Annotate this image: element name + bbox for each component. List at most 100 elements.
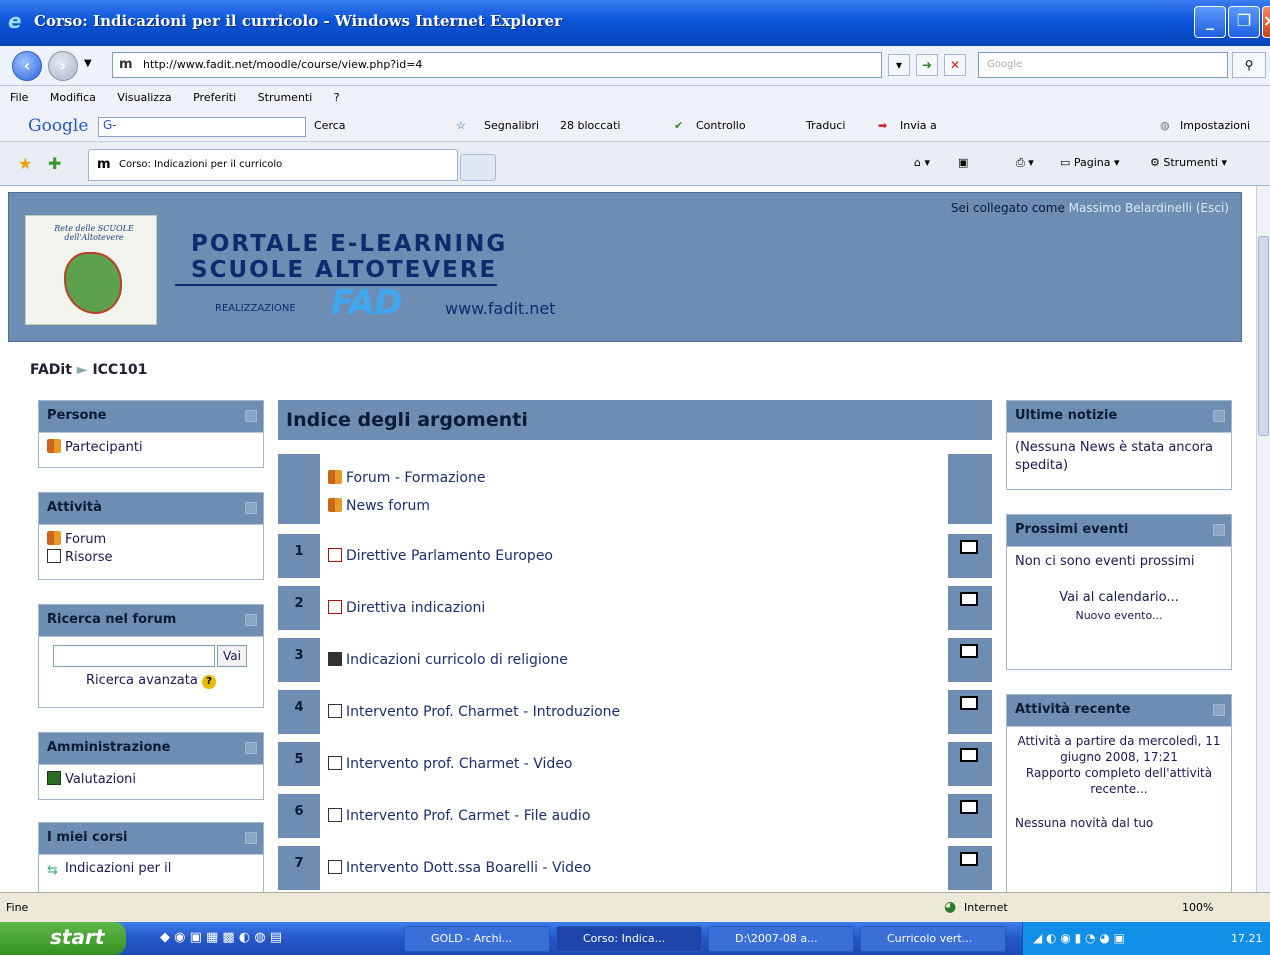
- add-favorites-icon[interactable]: ✚: [48, 154, 61, 173]
- go-icon[interactable]: ➜: [916, 54, 938, 76]
- invia-button[interactable]: Invia a: [900, 119, 937, 132]
- bookmark-star-icon[interactable]: ☆: [456, 119, 466, 132]
- system-tray: ◢ ◐ ◉ ▮ ◔ ◕ ▣ 17.21: [1022, 922, 1270, 955]
- user-link[interactable]: Massimo Belardinelli: [1069, 201, 1192, 215]
- google-search-input[interactable]: G-: [98, 117, 306, 137]
- sidebar-item-risorse[interactable]: Risorse: [47, 549, 255, 567]
- menu-file[interactable]: File: [0, 86, 36, 104]
- activity-link[interactable]: Indicazioni curricolo di religione: [320, 638, 948, 682]
- activity-link[interactable]: News forum: [328, 492, 948, 520]
- moodle-favicon: m: [97, 157, 111, 172]
- search-input[interactable]: Google: [978, 52, 1228, 78]
- tab-current[interactable]: m Corso: Indicazioni per il curricolo: [88, 149, 458, 181]
- calendar-link[interactable]: Vai al calendario...: [1015, 589, 1223, 607]
- taskbar-item-gold[interactable]: GOLD - Archi...: [404, 926, 550, 952]
- block-header: Prossimi eventi: [1007, 515, 1231, 547]
- help-icon[interactable]: ?: [201, 675, 216, 689]
- menu-visualizza[interactable]: Visualizza: [107, 86, 179, 104]
- menu-help[interactable]: ?: [324, 86, 348, 104]
- stop-icon[interactable]: ✕: [944, 54, 966, 76]
- activity-link[interactable]: Intervento prof. Charmet - Video: [320, 742, 948, 786]
- forum-search-button[interactable]: Vai: [217, 645, 247, 667]
- forward-button[interactable]: ›: [48, 51, 78, 81]
- show-only-this-section-icon[interactable]: [960, 800, 978, 814]
- quick-launch-icons[interactable]: ◆ ◉ ▣ ▦ ▩ ◐ ◍ ▤: [160, 930, 282, 945]
- back-button[interactable]: ‹: [12, 51, 42, 81]
- address-bar-row: ‹ › ▼ m http://www.fadit.net/moodle/cour…: [0, 46, 1270, 86]
- print-icon[interactable]: ⎙ ▾: [1016, 156, 1034, 170]
- section-side: [948, 690, 992, 734]
- impostazioni-button[interactable]: Impostazioni: [1180, 119, 1250, 132]
- spellcheck-icon[interactable]: ✔: [674, 119, 683, 132]
- show-only-this-section-icon[interactable]: [960, 644, 978, 658]
- favorites-star-icon[interactable]: ★: [18, 154, 32, 173]
- activity-link[interactable]: Direttiva indicazioni: [320, 586, 948, 630]
- collapse-icon[interactable]: [1213, 410, 1225, 422]
- logout-link[interactable]: (Esci): [1196, 201, 1229, 215]
- menu-modifica[interactable]: Modifica: [40, 86, 104, 104]
- forum-search-input[interactable]: [53, 645, 215, 667]
- status-bar: Fine ◕ Internet 100%: [0, 892, 1270, 922]
- moodle-favicon: m: [119, 57, 133, 72]
- activity-link[interactable]: Intervento Prof. Carmet - File audio: [320, 794, 948, 838]
- menu-strumenti[interactable]: Strumenti: [248, 86, 321, 104]
- section-0: Forum - Formazione News forum: [278, 454, 992, 524]
- google-cerca-button[interactable]: Cerca: [314, 119, 346, 132]
- search-icon[interactable]: ⚲: [1232, 52, 1266, 78]
- sidebar-item-forum[interactable]: Forum: [47, 531, 255, 549]
- zoom-level[interactable]: 100%: [1182, 901, 1213, 914]
- menu-preferiti[interactable]: Preferiti: [183, 86, 244, 104]
- new-tab-button[interactable]: [460, 154, 496, 181]
- activity-link[interactable]: Forum - Formazione: [328, 464, 948, 492]
- section-4: 4 Intervento Prof. Charmet - Introduzione: [278, 690, 992, 734]
- tray-icons[interactable]: ◢ ◐ ◉ ▮ ◔ ◕ ▣: [1033, 931, 1125, 945]
- activity-link[interactable]: Intervento Dott.ssa Boarelli - Video: [320, 846, 948, 890]
- sidebar-item-partecipanti[interactable]: Partecipanti: [47, 439, 255, 455]
- collapse-icon[interactable]: [245, 742, 257, 754]
- new-event-link[interactable]: Nuovo evento...: [1015, 607, 1223, 625]
- traduci-button[interactable]: Traduci: [806, 119, 845, 132]
- taskbar-item-curricolo[interactable]: Curricolo vert...: [860, 926, 1006, 952]
- taskbar-item-folder[interactable]: D:\2007-08 a...: [708, 926, 854, 952]
- close-button[interactable]: ×: [1262, 6, 1270, 38]
- scrollbar-thumb[interactable]: [1258, 236, 1269, 436]
- home-icon[interactable]: ⌂ ▾: [914, 156, 930, 169]
- show-only-this-section-icon[interactable]: [960, 592, 978, 606]
- show-only-this-section-icon[interactable]: [960, 540, 978, 554]
- minimize-button[interactable]: _: [1194, 6, 1226, 38]
- pagina-button[interactable]: ▭ Pagina ▾: [1060, 156, 1120, 169]
- full-report-link[interactable]: Rapporto completo dell'attività recente.…: [1015, 765, 1223, 797]
- activity-link[interactable]: Direttive Parlamento Europeo: [320, 534, 948, 578]
- popup-blocked-label[interactable]: 28 bloccati: [560, 119, 620, 132]
- address-dropdown-icon[interactable]: ▾: [888, 54, 910, 76]
- collapse-icon[interactable]: [245, 832, 257, 844]
- forum-icon: [328, 498, 342, 512]
- show-only-this-section-icon[interactable]: [960, 748, 978, 762]
- start-button[interactable]: start: [0, 922, 126, 955]
- collapse-icon[interactable]: [245, 614, 257, 626]
- login-prefix: Sei collegato come: [950, 201, 1065, 215]
- sidebar-item-valutazioni[interactable]: Valutazioni: [47, 771, 255, 787]
- collapse-icon[interactable]: [1213, 704, 1225, 716]
- taskbar-item-corso[interactable]: Corso: Indica...: [556, 926, 702, 952]
- activity-link[interactable]: Intervento Prof. Charmet - Introduzione: [320, 690, 948, 734]
- strumenti-button[interactable]: ⚙ Strumenti ▾: [1150, 156, 1227, 169]
- segnalibri-button[interactable]: Segnalibri: [484, 119, 539, 132]
- history-dropdown-icon[interactable]: ▼: [84, 58, 92, 69]
- breadcrumb-home[interactable]: FADit: [30, 362, 72, 378]
- collapse-icon[interactable]: [245, 410, 257, 422]
- vertical-scrollbar[interactable]: [1256, 186, 1270, 892]
- address-field[interactable]: m http://www.fadit.net/moodle/course/vie…: [112, 52, 882, 78]
- collapse-icon[interactable]: [1213, 524, 1225, 536]
- feeds-icon[interactable]: ▣: [958, 156, 968, 169]
- advanced-search-link[interactable]: Ricerca avanzata ?: [47, 673, 255, 689]
- collapse-icon[interactable]: [245, 502, 257, 514]
- controllo-button[interactable]: Controllo: [696, 119, 746, 132]
- google-box-text: G-: [103, 118, 117, 132]
- breadcrumb-separator: ►: [76, 362, 88, 378]
- block-header: Persone: [39, 401, 263, 433]
- sidebar-item-course[interactable]: ⇆ Indicazioni per il: [47, 861, 255, 878]
- maximize-button[interactable]: ❐: [1228, 6, 1260, 38]
- show-only-this-section-icon[interactable]: [960, 852, 978, 866]
- show-only-this-section-icon[interactable]: [960, 696, 978, 710]
